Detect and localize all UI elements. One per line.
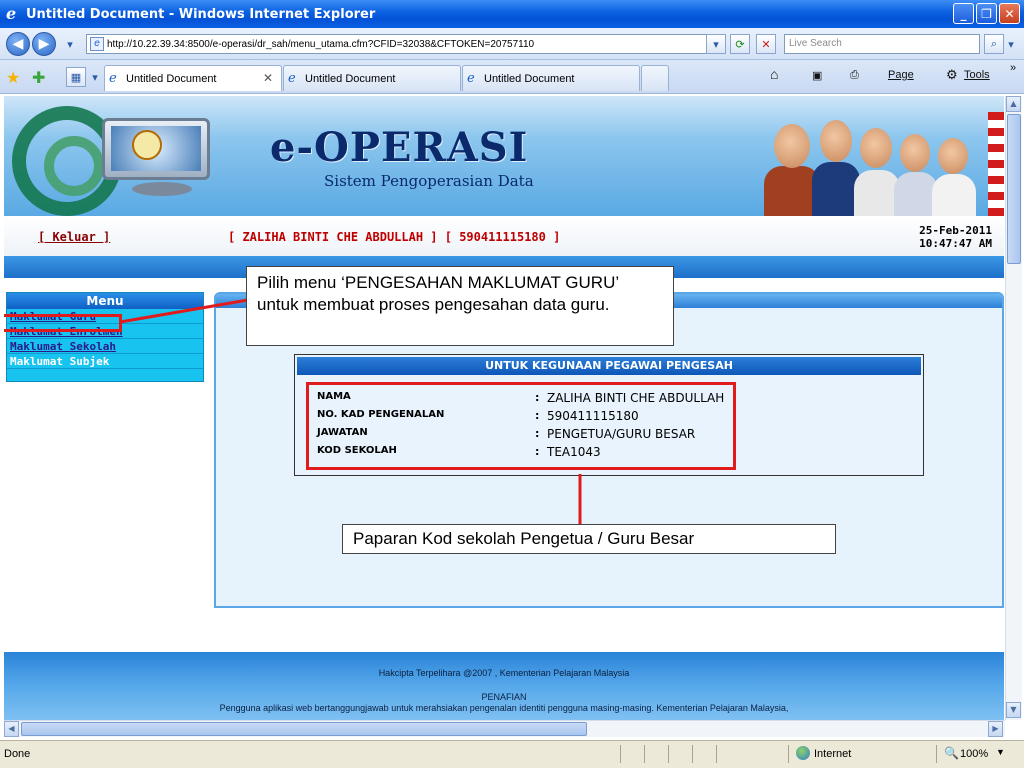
status-bar: Done Internet 🔍 100% ▼ bbox=[0, 740, 1024, 768]
window-titlebar: e Untitled Document - Windows Internet E… bbox=[0, 0, 1024, 28]
horizontal-scroll-thumb[interactable] bbox=[21, 722, 587, 736]
zoom-level[interactable]: 100% bbox=[960, 748, 988, 760]
address-toolbar: ◀ ▶ ▾ e http://10.22.39.34:8500/e-operas… bbox=[0, 28, 1024, 60]
refresh-icon[interactable]: ⟳ bbox=[730, 34, 750, 54]
footer-disclaimer-title: PENAFIAN bbox=[481, 692, 527, 702]
favorites-star-icon[interactable]: ★ bbox=[6, 68, 20, 87]
tab-page-icon: e bbox=[288, 70, 296, 86]
tab-page-icon: e bbox=[467, 70, 475, 86]
more-toolbar-icon[interactable]: » bbox=[1010, 62, 1016, 74]
tab-page-icon: e bbox=[109, 70, 117, 86]
forward-button[interactable]: ▶ bbox=[32, 32, 56, 56]
horizontal-scrollbar[interactable]: ◀ ▶ bbox=[4, 720, 1005, 737]
tab-3-label: Untitled Document bbox=[484, 72, 575, 85]
search-input[interactable]: Live Search bbox=[784, 34, 980, 54]
scroll-left-icon[interactable]: ◀ bbox=[4, 721, 19, 737]
address-url: http://10.22.39.34:8500/e-operasi/dr_sah… bbox=[107, 38, 535, 50]
tab-1-label: Untitled Document bbox=[126, 72, 217, 85]
vertical-scrollbar[interactable]: ▲ ▼ bbox=[1005, 96, 1022, 720]
feeds-icon[interactable]: ▣ bbox=[812, 69, 822, 82]
tab-toolbar: ★ ✚ ▦ ▾ e Untitled Document ✕ e Untitled… bbox=[0, 60, 1024, 94]
internet-zone-icon bbox=[796, 746, 810, 760]
window-controls: _ ❐ ✕ bbox=[953, 3, 1020, 24]
address-input[interactable]: e http://10.22.39.34:8500/e-operasi/dr_s… bbox=[86, 34, 722, 54]
add-favorite-icon[interactable]: ✚ bbox=[32, 68, 45, 87]
back-button[interactable]: ◀ bbox=[6, 32, 30, 56]
page-footer: Hakcipta Terpelihara @2007 , Kementerian… bbox=[4, 652, 1004, 720]
tab-2-label: Untitled Document bbox=[305, 72, 396, 85]
new-tab-button[interactable] bbox=[641, 65, 669, 91]
stop-icon[interactable]: ✕ bbox=[756, 34, 776, 54]
tab-list-icon[interactable]: ▾ bbox=[88, 67, 102, 87]
scroll-down-icon[interactable]: ▼ bbox=[1006, 702, 1021, 718]
scroll-right-icon[interactable]: ▶ bbox=[988, 721, 1003, 737]
zoom-dropdown-icon[interactable]: ▼ bbox=[996, 747, 1005, 757]
annotation-arrows bbox=[119, 298, 582, 528]
address-dropdown-icon[interactable]: ▾ bbox=[706, 34, 726, 54]
tools-menu[interactable]: Tools bbox=[964, 69, 990, 81]
search-icon[interactable]: ⌕ bbox=[984, 34, 1004, 54]
maximize-button[interactable]: ❐ bbox=[976, 3, 997, 24]
page-viewport: e-OPERASI Sistem Pengoperasian Data [ Ke… bbox=[4, 96, 1004, 720]
callout-menu-note: Pilih menu ‘PENGESAHAN MAKLUMAT GURU’ un… bbox=[246, 266, 674, 346]
minimize-button[interactable]: _ bbox=[953, 3, 974, 24]
security-zone: Internet bbox=[814, 748, 852, 760]
status-text: Done bbox=[4, 748, 31, 760]
ie-logo-icon: e bbox=[6, 4, 17, 23]
close-window-button[interactable]: ✕ bbox=[999, 3, 1020, 24]
scroll-up-icon[interactable]: ▲ bbox=[1006, 96, 1021, 112]
home-icon[interactable]: ⌂ bbox=[770, 66, 778, 82]
history-dropdown-icon[interactable]: ▾ bbox=[60, 34, 80, 54]
zoom-icon: 🔍 bbox=[944, 746, 959, 760]
print-icon[interactable]: ⎙ bbox=[850, 69, 859, 82]
tab-close-icon[interactable]: ✕ bbox=[263, 71, 273, 85]
window-title: Untitled Document - Windows Internet Exp… bbox=[26, 6, 376, 22]
page-icon: e bbox=[90, 37, 104, 51]
tab-3[interactable]: e Untitled Document bbox=[462, 65, 640, 91]
quick-tabs-icon[interactable]: ▦ bbox=[66, 67, 86, 87]
search-options-icon[interactable]: ▾ bbox=[1004, 34, 1018, 54]
vertical-scroll-thumb[interactable] bbox=[1007, 114, 1021, 264]
page-menu[interactable]: Page bbox=[888, 69, 914, 81]
footer-disclaimer-text: Pengguna aplikasi web bertanggungjawab u… bbox=[219, 703, 789, 713]
tab-2[interactable]: e Untitled Document bbox=[283, 65, 461, 91]
footer-copyright: Hakcipta Terpelihara @2007 , Kementerian… bbox=[378, 668, 630, 678]
gear-icon: ⚙ bbox=[946, 67, 958, 82]
tab-1[interactable]: e Untitled Document ✕ bbox=[104, 65, 282, 91]
callout-school-code-note: Paparan Kod sekolah Pengetua / Guru Besa… bbox=[342, 524, 836, 554]
